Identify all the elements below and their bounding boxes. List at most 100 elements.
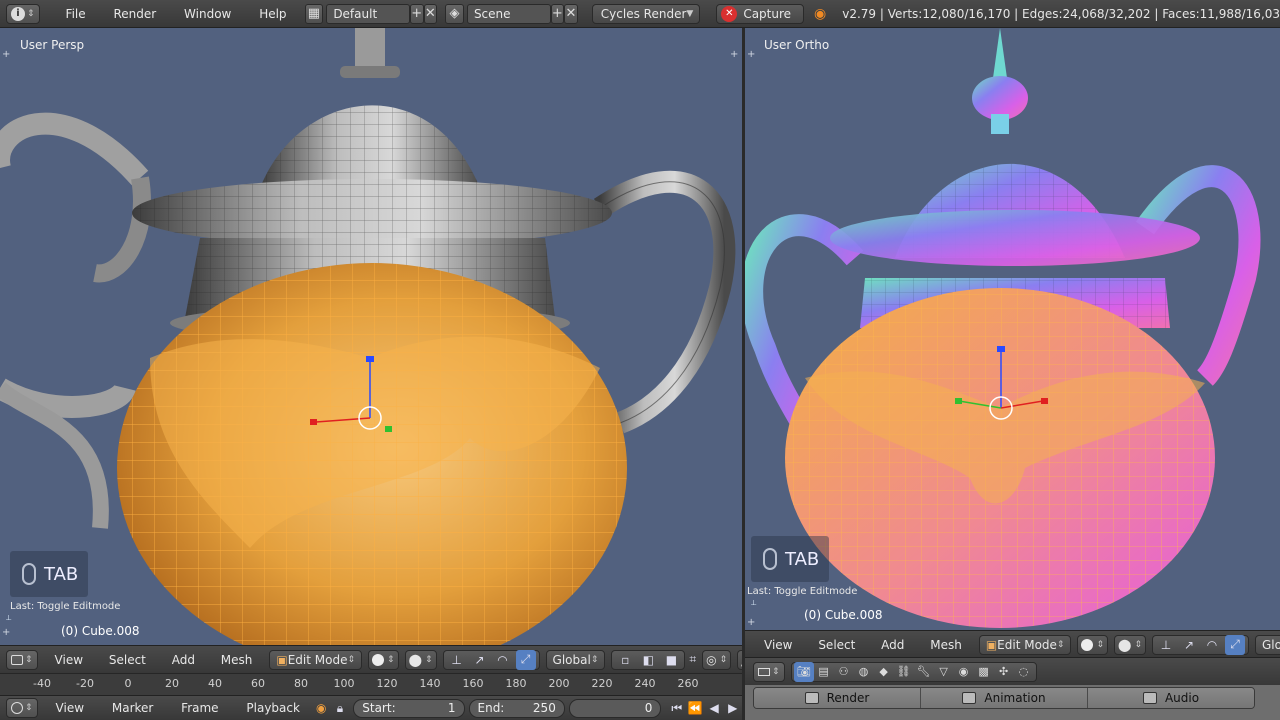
menu-help[interactable]: Help — [247, 7, 298, 21]
updown-chevron-icon: ⇕ — [1134, 639, 1142, 650]
frame-tick: 100 — [333, 677, 355, 690]
lock-icon[interactable]: 🔒︎ — [331, 698, 350, 718]
menu-view[interactable]: View — [44, 701, 96, 715]
mode-value: Edit Mode — [287, 652, 348, 667]
jump-start-icon[interactable]: ⏮ — [667, 698, 686, 718]
left-3d-viewport[interactable]: + + + User Persp TAB Last: Toggle Editmo… — [0, 28, 742, 645]
play-reverse-icon[interactable]: ◀ — [705, 698, 724, 718]
object-icon[interactable]: ◆ — [874, 662, 894, 682]
rotate-icon[interactable]: ◠ — [493, 650, 513, 670]
world-icon[interactable]: ◍ — [854, 662, 874, 682]
scale-icon[interactable]: ⤢ — [515, 649, 536, 670]
pivot-icon: ⬤ — [1118, 637, 1132, 652]
animation-button[interactable]: Animation — [921, 688, 1088, 708]
current-frame-field[interactable]: 0 — [568, 698, 662, 718]
menu-window[interactable]: Window — [172, 7, 243, 21]
solid-sphere-icon — [372, 653, 385, 666]
editor-type-button[interactable]: ⇕ — [753, 661, 785, 682]
info-menus: File Render Window Help — [54, 7, 299, 21]
menu-view[interactable]: View — [753, 638, 803, 652]
rotate-icon[interactable]: ◠ — [1202, 635, 1222, 655]
editor-type-button[interactable]: i ⇕ — [6, 3, 40, 24]
frame-tick: 240 — [634, 677, 656, 690]
menu-view[interactable]: View — [44, 653, 94, 667]
updown-chevron-icon: ⇕ — [387, 654, 395, 665]
menu-file[interactable]: File — [54, 7, 98, 21]
viewport-shading-select[interactable]: ⇕ — [368, 649, 399, 670]
editor-type-button[interactable]: ⇕ — [6, 649, 38, 670]
viewport-shading-select[interactable]: ⇕ — [1077, 634, 1109, 655]
start-frame-field[interactable]: Start: 1 — [353, 698, 465, 718]
delete-layout-icon[interactable]: ✕ — [423, 3, 438, 24]
right-3d-viewport[interactable]: + + User Ortho TAB Last: Toggle Editmode… — [745, 28, 1280, 630]
frame-tick: 80 — [294, 677, 308, 690]
vertex-select-icon[interactable]: ▫ — [615, 650, 635, 670]
start-frame-label: Start: — [362, 701, 396, 715]
data-icon[interactable]: ▽ — [934, 662, 954, 682]
jump-keyframe-back-icon[interactable]: ⏪ — [686, 698, 705, 718]
timeline-ruler[interactable]: -40 -20 0 20 40 60 80 100 120 140 160 18… — [0, 673, 742, 695]
interaction-mode-select[interactable]: ▣ Edit Mode ⇕ — [978, 634, 1072, 655]
menu-mesh[interactable]: Mesh — [919, 638, 973, 652]
menu-render[interactable]: Render — [101, 7, 168, 21]
transform-orientation-select[interactable]: Global ⇕ — [1255, 634, 1280, 655]
delete-scene-icon[interactable]: ✕ — [564, 3, 578, 24]
current-frame-value: 0 — [644, 701, 653, 715]
particles-icon[interactable]: ✣ — [994, 662, 1014, 682]
limit-selection-icon[interactable]: ⌗ — [689, 650, 696, 670]
manipulator-toggle-icon[interactable]: ⊥ — [447, 650, 467, 670]
capture-button[interactable]: ✕ Capture — [716, 3, 805, 24]
scene-icon[interactable]: ◈ — [445, 3, 464, 24]
proportional-edit-select[interactable]: ◎ ⇕ — [702, 649, 732, 670]
menu-add[interactable]: Add — [161, 653, 206, 667]
menu-mesh[interactable]: Mesh — [210, 653, 264, 667]
render-button[interactable]: Render — [754, 688, 921, 708]
menu-playback[interactable]: Playback — [234, 701, 312, 715]
material-icon[interactable]: ◉ — [954, 662, 974, 682]
scale-icon[interactable]: ⤢ — [1225, 634, 1245, 655]
add-scene-icon[interactable]: + — [550, 3, 565, 24]
orientation-value: Global — [1262, 637, 1280, 652]
texture-icon[interactable]: ▩ — [974, 662, 994, 682]
scene-icon[interactable]: ⚇ — [834, 662, 854, 682]
screen-layout-field[interactable]: Default — [326, 3, 410, 24]
menu-marker[interactable]: Marker — [100, 701, 165, 715]
add-layout-icon[interactable]: + — [409, 3, 424, 24]
mouse-icon — [22, 563, 36, 585]
record-keyframe-icon[interactable]: ◉ — [312, 698, 331, 718]
audio-button[interactable]: Audio — [1088, 688, 1254, 708]
render-layers-icon[interactable]: ▤ — [814, 662, 834, 682]
frame-tick: 40 — [208, 677, 222, 690]
scene-field[interactable]: Scene — [466, 3, 551, 24]
menu-frame[interactable]: Frame — [169, 701, 230, 715]
menu-select[interactable]: Select — [807, 638, 866, 652]
edge-select-icon[interactable]: ◧ — [638, 650, 658, 670]
screen-layout-icon[interactable]: ▦ — [304, 3, 324, 24]
interaction-mode-select[interactable]: ▣ Edit Mode ⇕ — [269, 649, 363, 670]
frame-tick: 140 — [419, 677, 441, 690]
region-toggle-plus-icon-right[interactable]: + — [730, 50, 740, 60]
translate-icon[interactable]: ↗ — [470, 650, 490, 670]
render-engine-select[interactable]: Cycles Render ▼ — [591, 3, 701, 24]
end-frame-field[interactable]: End: 250 — [468, 698, 565, 718]
physics-icon[interactable]: ◌ — [1014, 662, 1034, 682]
face-select-icon[interactable]: ■ — [661, 650, 681, 670]
view-menus: View Select Add Mesh — [753, 638, 973, 652]
render-camera-icon[interactable]: 📷︎ — [793, 661, 814, 682]
menu-select[interactable]: Select — [98, 653, 157, 667]
menu-add[interactable]: Add — [870, 638, 915, 652]
region-toggle-plus-icon[interactable]: + — [2, 50, 12, 60]
frame-tick: -20 — [76, 677, 94, 690]
region-toggle-plus-icon[interactable]: + — [747, 50, 757, 60]
manipulator-toggle-icon[interactable]: ⊥ — [1156, 635, 1176, 655]
pivot-point-select[interactable]: ⬤ ⇕ — [404, 649, 437, 670]
modifiers-icon[interactable]: 🔧︎ — [914, 662, 934, 682]
transform-orientation-select[interactable]: Global ⇕ — [545, 649, 606, 670]
region-toggle-plus-icon-bottom[interactable]: + — [747, 618, 757, 628]
pivot-point-select[interactable]: ⬤ ⇕ — [1114, 634, 1146, 655]
editor-type-button[interactable]: ⇕ — [6, 698, 38, 718]
constraints-icon[interactable]: ⛓ — [894, 662, 914, 682]
play-icon[interactable]: ▶ — [723, 698, 742, 718]
translate-icon[interactable]: ↗ — [1179, 635, 1199, 655]
region-toggle-plus-icon-bottom[interactable]: + — [2, 628, 12, 638]
